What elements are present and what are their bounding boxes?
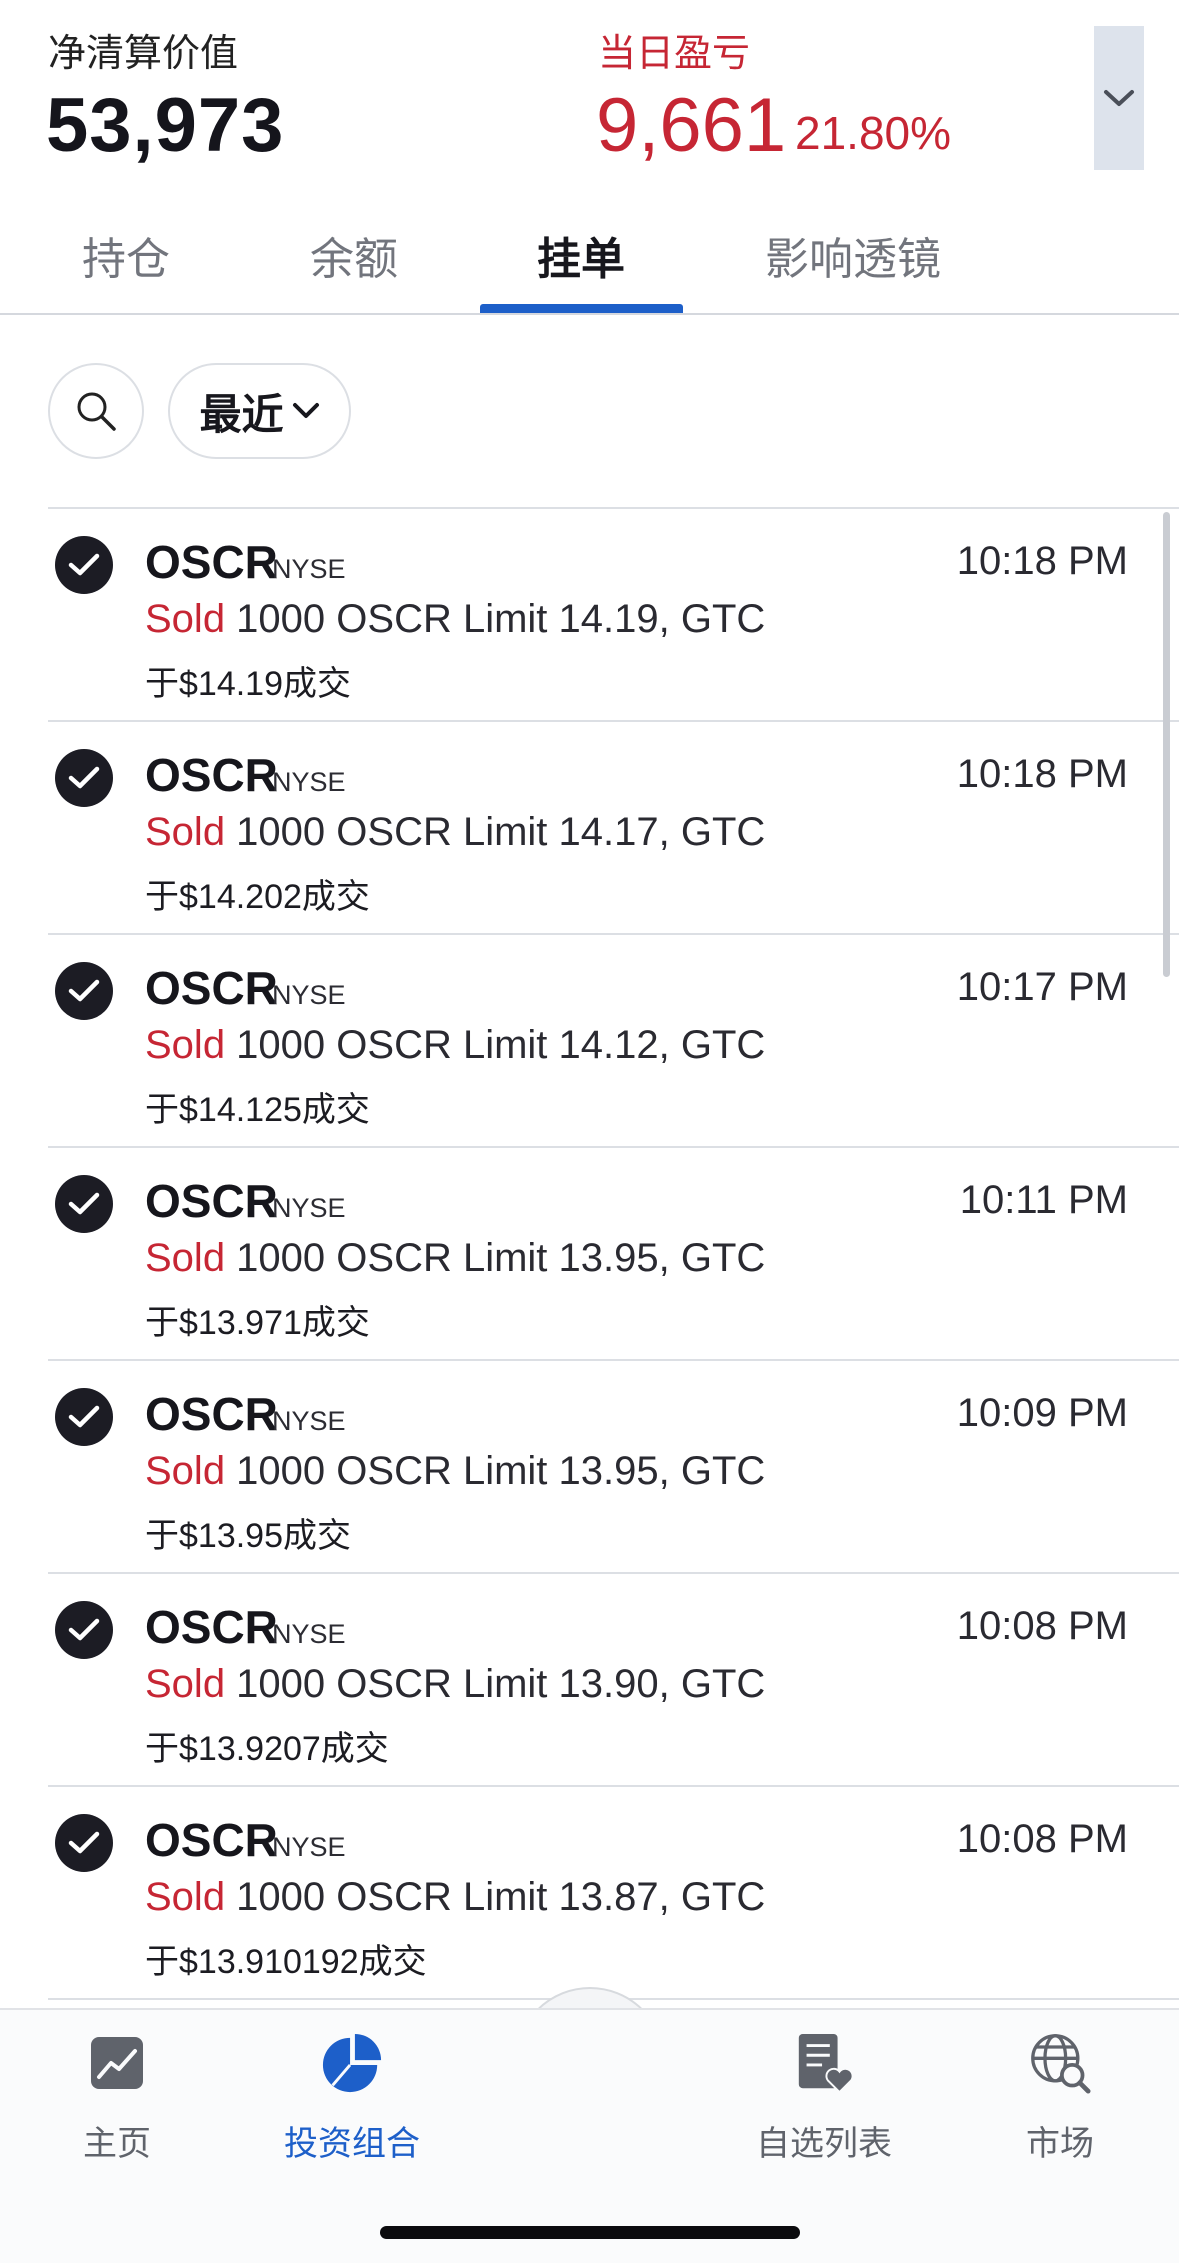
check-circle-icon <box>55 536 113 594</box>
order-time: 10:08 PM <box>956 1604 1128 1648</box>
active-tab-indicator <box>480 304 683 313</box>
nav-portfolio[interactable]: 投资组合 <box>252 2032 452 2165</box>
pie-chart-icon <box>322 2033 382 2093</box>
chart-icon <box>91 2037 143 2089</box>
order-description: Sold 1000 OSCR Limit 13.95, GTC <box>145 1236 765 1281</box>
chevron-down-icon <box>292 403 319 418</box>
check-circle-icon <box>55 1388 113 1446</box>
order-time: 10:18 PM <box>956 539 1128 583</box>
chevron-down-icon <box>1104 90 1134 106</box>
check-circle-icon <box>55 749 113 807</box>
account-summary: 净清算价值 53,973 当日盈亏 9,661 21.80% <box>0 0 1179 190</box>
tab-orders[interactable]: 挂单 <box>537 223 625 287</box>
order-row[interactable]: OSCR NYSE 10:18 PM Sold 1000 OSCR Limit … <box>48 509 1179 722</box>
order-exchange: NYSE <box>272 554 346 584</box>
nav-home[interactable]: 主页 <box>17 2032 217 2165</box>
order-detail: 1000 OSCR Limit 13.90, GTC <box>225 1662 766 1706</box>
order-symbol: OSCR <box>145 749 278 801</box>
order-row[interactable]: OSCR NYSE 10:09 PM Sold 1000 OSCR Limit … <box>48 1361 1179 1574</box>
order-description: Sold 1000 OSCR Limit 14.17, GTC <box>145 810 765 855</box>
order-time: 10:11 PM <box>959 1178 1128 1222</box>
scrollbar[interactable] <box>1163 512 1170 977</box>
order-detail: 1000 OSCR Limit 13.87, GTC <box>225 1875 766 1919</box>
check-circle-icon <box>55 1175 113 1233</box>
order-exchange: NYSE <box>272 1406 346 1436</box>
order-fill-price: 于$13.95成交 <box>145 1517 351 1555</box>
nav-watchlist-label: 自选列表 <box>756 2125 892 2163</box>
order-time: 10:18 PM <box>956 752 1128 796</box>
nav-watchlist[interactable]: 自选列表 <box>724 2032 924 2165</box>
order-description: Sold 1000 OSCR Limit 14.19, GTC <box>145 597 765 642</box>
order-row[interactable]: OSCR NYSE 10:17 PM Sold 1000 OSCR Limit … <box>48 935 1179 1148</box>
nav-home-label: 主页 <box>83 2125 151 2163</box>
search-button[interactable] <box>48 363 144 459</box>
tab-impact-lens[interactable]: 影响透镜 <box>765 223 941 287</box>
order-symbol: OSCR <box>145 1814 278 1866</box>
order-description: Sold 1000 OSCR Limit 13.90, GTC <box>145 1662 765 1707</box>
order-row[interactable]: OSCR NYSE 10:08 PM Sold 1000 OSCR Limit … <box>48 1787 1179 2000</box>
orders-list: OSCR NYSE 10:18 PM Sold 1000 OSCR Limit … <box>48 507 1179 2000</box>
home-indicator[interactable] <box>380 2226 800 2239</box>
bottom-navigation: 主页 投资组合 自选列表 市场 <box>0 2008 1179 2263</box>
order-side: Sold <box>145 1875 226 1919</box>
nav-markets-label: 市场 <box>1026 2125 1094 2163</box>
order-exchange: NYSE <box>272 767 346 797</box>
check-circle-icon <box>55 1601 113 1659</box>
day-pl-value: 9,661 <box>596 83 787 168</box>
order-fill-price: 于$13.9207成交 <box>145 1730 389 1768</box>
order-fill-price: 于$14.19成交 <box>145 665 351 703</box>
order-side: Sold <box>145 810 226 854</box>
order-exchange: NYSE <box>272 980 346 1010</box>
tab-positions[interactable]: 持仓 <box>82 223 170 287</box>
order-fill-price: 于$13.910192成交 <box>145 1943 427 1981</box>
order-exchange: NYSE <box>272 1193 346 1223</box>
order-detail: 1000 OSCR Limit 14.12, GTC <box>225 1023 766 1067</box>
order-symbol: OSCR <box>145 962 278 1014</box>
order-description: Sold 1000 OSCR Limit 14.12, GTC <box>145 1023 765 1068</box>
order-symbol: OSCR <box>145 1388 278 1440</box>
order-time: 10:17 PM <box>956 965 1128 1009</box>
order-side: Sold <box>145 597 226 641</box>
order-symbol: OSCR <box>145 1601 278 1653</box>
order-fill-price: 于$14.202成交 <box>145 878 370 916</box>
order-row[interactable]: OSCR NYSE 10:18 PM Sold 1000 OSCR Limit … <box>48 722 1179 935</box>
order-detail: 1000 OSCR Limit 14.17, GTC <box>225 810 766 854</box>
order-exchange: NYSE <box>272 1619 346 1649</box>
search-icon <box>77 392 116 431</box>
order-side: Sold <box>145 1449 226 1493</box>
nav-markets[interactable]: 市场 <box>960 2032 1160 2165</box>
order-fill-price: 于$13.971成交 <box>145 1304 370 1342</box>
nav-portfolio-label: 投资组合 <box>284 2125 420 2163</box>
tab-balances[interactable]: 余额 <box>310 223 398 287</box>
order-detail: 1000 OSCR Limit 14.19, GTC <box>225 597 766 641</box>
order-side: Sold <box>145 1662 226 1706</box>
day-pl-percent: 21.80% <box>795 107 952 159</box>
order-fill-price: 于$14.125成交 <box>145 1091 370 1129</box>
check-circle-icon <box>55 962 113 1020</box>
order-symbol: OSCR <box>145 1175 278 1227</box>
order-side: Sold <box>145 1023 226 1067</box>
portfolio-tabs: 持仓 余额 挂单 影响透镜 <box>0 205 1179 315</box>
net-liquidation-label: 净清算价值 <box>48 33 239 75</box>
order-row[interactable]: OSCR NYSE 10:08 PM Sold 1000 OSCR Limit … <box>48 1574 1179 1787</box>
watchlist-icon <box>798 2033 854 2094</box>
net-liquidation-value: 53,973 <box>46 83 285 168</box>
order-exchange: NYSE <box>272 1832 346 1862</box>
order-description: Sold 1000 OSCR Limit 13.87, GTC <box>145 1875 765 1920</box>
order-detail: 1000 OSCR Limit 13.95, GTC <box>225 1236 766 1280</box>
order-side: Sold <box>145 1236 226 1280</box>
check-circle-icon <box>55 1814 113 1872</box>
order-detail: 1000 OSCR Limit 13.95, GTC <box>225 1449 766 1493</box>
order-time: 10:08 PM <box>956 1817 1128 1861</box>
order-symbol: OSCR <box>145 536 278 588</box>
order-description: Sold 1000 OSCR Limit 13.95, GTC <box>145 1449 765 1494</box>
globe-search-icon <box>1031 2034 1091 2094</box>
day-pl-label: 当日盈亏 <box>598 33 751 75</box>
order-row[interactable]: OSCR NYSE 10:11 PM Sold 1000 OSCR Limit … <box>48 1148 1179 1361</box>
order-time: 10:09 PM <box>956 1391 1128 1435</box>
recent-filter-label: 最近 <box>199 390 284 438</box>
recent-filter-dropdown[interactable]: 最近 <box>168 363 351 459</box>
expand-summary-button[interactable] <box>1094 26 1144 170</box>
